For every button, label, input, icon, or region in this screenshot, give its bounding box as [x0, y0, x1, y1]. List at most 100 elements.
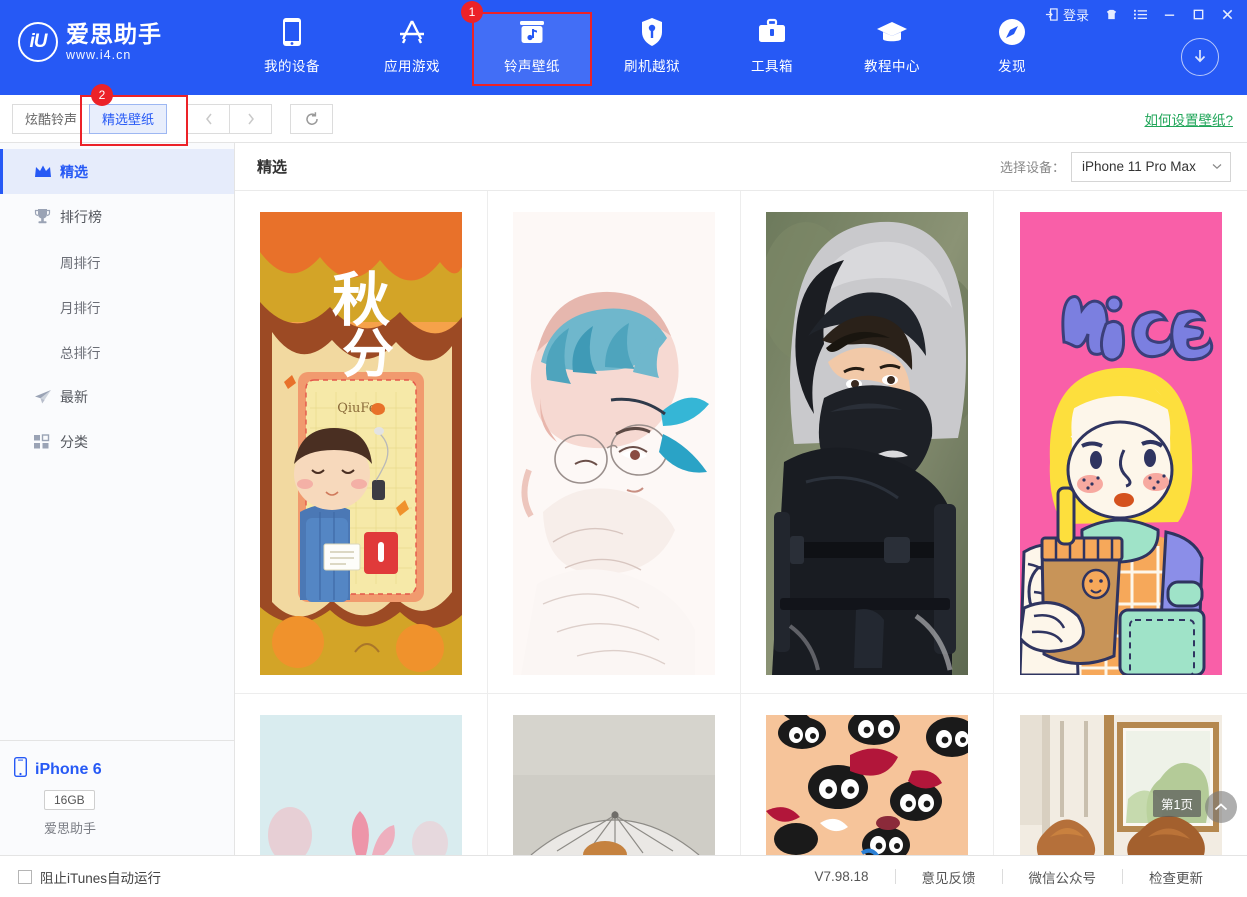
- nav-label: 应用游戏: [384, 55, 440, 75]
- login-label: 登录: [1063, 5, 1089, 24]
- brand-url: www.i4.cn: [66, 48, 162, 62]
- wallpaper-cell: [741, 191, 994, 694]
- sidebar-item-ranking[interactable]: 排行榜: [0, 194, 234, 239]
- top-nav-items: 我的设备 应用游戏 1 铃声壁纸 刷机越狱: [232, 12, 1072, 86]
- sidebar-item-latest[interactable]: 最新: [0, 374, 234, 419]
- forward-button[interactable]: [229, 104, 272, 134]
- block-itunes-checkbox-row[interactable]: 阻止iTunes自动运行: [18, 867, 161, 887]
- brand-name: 爱思助手: [66, 22, 162, 46]
- wallpaper-cell: [741, 694, 994, 855]
- sidebar-item-weekly-rank[interactable]: 周排行: [0, 239, 234, 284]
- music-folder-icon: [517, 15, 547, 49]
- sidebar-list: 精选 排行榜 周排行 月排行 总排行: [0, 143, 234, 740]
- appstore-icon: [396, 15, 428, 49]
- close-icon[interactable]: [1214, 5, 1241, 24]
- graduation-cap-icon: [876, 15, 908, 49]
- brand-logo-area[interactable]: iU 爱思助手 www.i4.cn: [0, 0, 232, 62]
- chevron-down-icon: [1212, 163, 1222, 170]
- nav-item-my-device[interactable]: 我的设备: [232, 12, 352, 86]
- grid-icon: [34, 434, 60, 450]
- nav-item-ringtones-wallpapers[interactable]: 1 铃声壁纸: [472, 12, 592, 86]
- status-bar: 阻止iTunes自动运行 V7.98.18 意见反馈 微信公众号 检查更新: [0, 855, 1247, 897]
- compass-icon: [997, 15, 1027, 49]
- paper-plane-icon: [34, 389, 60, 405]
- nav-item-toolbox[interactable]: 工具箱: [712, 12, 832, 86]
- phone-icon: [282, 15, 302, 49]
- nav-label: 刷机越狱: [624, 55, 680, 75]
- nav-label: 发现: [998, 55, 1026, 75]
- device-source: 爱思助手: [44, 818, 234, 837]
- device-select-label: 选择设备：: [1000, 157, 1065, 176]
- wallpaper-thumb-hooded-man[interactable]: [766, 212, 968, 675]
- sidebar-item-categories[interactable]: 分类: [0, 419, 234, 464]
- wallpaper-thumb-nice-girl[interactable]: [1020, 212, 1222, 675]
- sidebar: 精选 排行榜 周排行 月排行 总排行: [0, 143, 235, 855]
- sidebar-item-label: 排行榜: [60, 207, 102, 227]
- wallpaper-thumb-umbrella[interactable]: [513, 715, 715, 855]
- wallpaper-thumb-anime-boy[interactable]: [513, 212, 715, 675]
- wallpaper-thumb-autumn-equinox[interactable]: QiuFen 秋 分: [260, 212, 462, 675]
- sidebar-item-label: 精选: [60, 162, 88, 182]
- wallpaper-thumb-shinchan[interactable]: [766, 715, 968, 855]
- page-indicator: 第1页: [1153, 790, 1201, 817]
- wallpaper-thumb-window-girl[interactable]: [1020, 715, 1222, 855]
- login-button[interactable]: 登录: [1038, 2, 1096, 27]
- menu-icon[interactable]: [1127, 5, 1154, 24]
- wallpaper-grid-scroll[interactable]: QiuFen 秋 分: [235, 191, 1247, 855]
- trophy-icon: [34, 208, 60, 225]
- tab-wallpapers[interactable]: 精选壁纸: [89, 104, 167, 134]
- skin-icon[interactable]: [1098, 5, 1125, 24]
- main-content: 精选 选择设备： iPhone 11 Pro Max: [235, 143, 1247, 855]
- sidebar-item-label: 总排行: [60, 342, 101, 362]
- annotation-badge-2: 2: [91, 84, 113, 106]
- back-button[interactable]: [187, 104, 230, 134]
- wallpaper-grid: QiuFen 秋 分: [235, 191, 1247, 855]
- wallpaper-cell: [994, 191, 1247, 694]
- nav-label: 我的设备: [264, 55, 320, 75]
- feedback-link[interactable]: 意见反馈: [896, 867, 1002, 887]
- i4-logo-icon: iU: [18, 22, 58, 62]
- wallpaper-tabs-group: 2 炫酷铃声 精选壁纸: [12, 104, 167, 134]
- check-update-link[interactable]: 检查更新: [1123, 867, 1229, 887]
- nav-item-tutorials[interactable]: 教程中心: [832, 12, 952, 86]
- sidebar-item-featured[interactable]: 精选: [0, 149, 234, 194]
- content-header: 精选 选择设备： iPhone 11 Pro Max: [235, 143, 1247, 191]
- chevron-up-icon: [1214, 802, 1228, 812]
- block-itunes-checkbox[interactable]: [18, 870, 32, 884]
- nav-item-apps-games[interactable]: 应用游戏: [352, 12, 472, 86]
- connected-device-panel[interactable]: iPhone 6 16GB 爱思助手: [0, 740, 234, 855]
- scroll-to-top-button[interactable]: [1205, 791, 1237, 823]
- app-window: iU 爱思助手 www.i4.cn 我的设备 应用游戏 1: [0, 0, 1247, 897]
- wallpaper-cell: [488, 191, 741, 694]
- wechat-link[interactable]: 微信公众号: [1003, 867, 1123, 887]
- maximize-icon[interactable]: [1185, 5, 1212, 24]
- block-itunes-label: 阻止iTunes自动运行: [40, 867, 161, 887]
- nav-label: 铃声壁纸: [504, 55, 560, 75]
- wallpaper-thumb-blue-flower[interactable]: [260, 715, 462, 855]
- window-controls: 登录: [1038, 2, 1241, 27]
- device-capacity-badge: 16GB: [44, 790, 95, 810]
- svg-text:分: 分: [342, 325, 394, 385]
- status-bar-right: V7.98.18 意见反馈 微信公众号 检查更新: [814, 867, 1229, 887]
- tab-ringtones[interactable]: 炫酷铃声: [12, 104, 90, 134]
- wallpaper-cell: [488, 694, 741, 855]
- wallpaper-cell: [994, 694, 1247, 855]
- nav-item-flash-jailbreak[interactable]: 刷机越狱: [592, 12, 712, 86]
- minimize-icon[interactable]: [1156, 5, 1183, 24]
- sidebar-item-label: 月排行: [60, 297, 101, 317]
- wallpaper-cell: [235, 694, 488, 855]
- sidebar-item-monthly-rank[interactable]: 月排行: [0, 284, 234, 329]
- toolbox-icon: [757, 15, 787, 49]
- sidebar-item-total-rank[interactable]: 总排行: [0, 329, 234, 374]
- download-circle-icon[interactable]: [1181, 38, 1219, 76]
- device-select-value: iPhone 11 Pro Max: [1082, 159, 1196, 174]
- device-select-dropdown[interactable]: iPhone 11 Pro Max: [1071, 152, 1231, 182]
- svg-text:秋: 秋: [332, 266, 390, 334]
- shield-key-icon: [640, 15, 664, 49]
- crown-icon: [34, 164, 60, 179]
- device-selector: 选择设备： iPhone 11 Pro Max: [1000, 152, 1231, 182]
- refresh-button[interactable]: [290, 104, 333, 134]
- how-to-set-wallpaper-link[interactable]: 如何设置壁纸?: [1144, 109, 1233, 129]
- device-name: iPhone 6: [35, 761, 102, 779]
- top-navigation-bar: iU 爱思助手 www.i4.cn 我的设备 应用游戏 1: [0, 0, 1247, 95]
